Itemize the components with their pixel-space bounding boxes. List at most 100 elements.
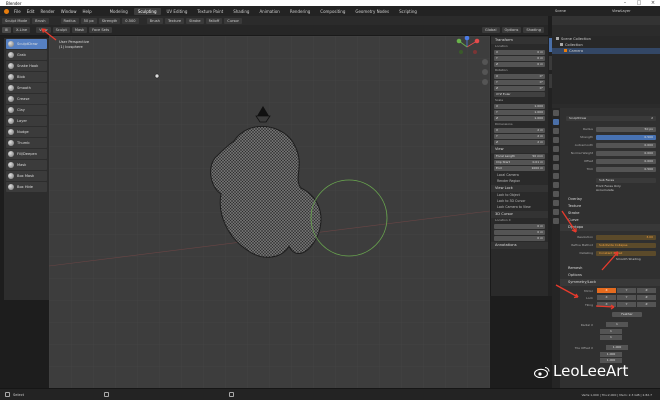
focal-length-field[interactable]: Focal Length 50 mm [494,154,545,159]
tab-rendering[interactable]: Rendering [286,8,314,15]
clip-start-field[interactable]: Clip Start 0.01 m [494,160,545,165]
tool-crease[interactable]: Crease [6,94,47,104]
properties-tab-icon[interactable] [553,137,559,143]
section-texture[interactable]: Texture [560,203,660,210]
scene-selector[interactable]: Scene [555,9,566,13]
tool-blob[interactable]: Blob [6,72,47,82]
tool-layer[interactable]: Layer [6,116,47,126]
mirror-y-toggle[interactable]: Y [617,288,636,293]
brush-option-brush[interactable]: Brush [146,17,163,24]
dimensions-z-field[interactable]: Z 2 m [494,140,545,145]
scale-z-field[interactable]: Z 1.000 [494,116,545,121]
menu-item-window[interactable]: Window [61,9,77,14]
properties-tab-icon[interactable] [553,200,559,206]
cursor-z-field[interactable]: 0 m [494,236,545,241]
section-dyntopo[interactable]: Dyntopo [560,224,660,231]
radial-x-field[interactable]: 1 [606,322,628,327]
properties-tab-icon[interactable] [553,173,559,179]
dimensions-y-field[interactable]: Y 2 m [494,134,545,139]
tool-thumb[interactable]: Thumb [6,138,47,148]
tool-chip[interactable]: X-Line [13,27,31,33]
tool-snake-hook[interactable]: Snake Hook [6,61,47,71]
detail-size-field[interactable]: 3.00 [596,234,656,240]
viewport-nav-icons[interactable] [482,59,488,85]
tool-fill-deepen[interactable]: Fill/Deepen [6,149,47,159]
tool-mask[interactable]: Mask [6,160,47,170]
viewport-menu-mask[interactable]: Mask [71,27,88,33]
viewport-menu-view[interactable]: View [36,27,51,33]
menu-item-edit[interactable]: Edit [27,9,35,14]
menu-item-help[interactable]: Help [82,9,91,14]
location-y-field[interactable]: Y 0 m [494,56,545,61]
outliner-item-camera[interactable]: Camera [552,48,660,54]
tab-geometry-nodes[interactable]: Geometry Nodes [351,8,393,15]
radial-y-field[interactable]: 1 [600,329,622,334]
3d-cursor-section[interactable]: 3D Cursor [491,211,548,218]
editor-type-icon[interactable]: ⊞ [2,27,12,33]
accumulate-checkbox[interactable]: Accumulate [596,188,614,192]
location-x-field[interactable]: X 0 m [494,50,545,55]
radius-field[interactable]: 50 px [80,17,97,24]
lock-z-toggle[interactable]: Z [637,295,656,300]
transform-section[interactable]: Transform [491,37,548,44]
tab-uv-editing[interactable]: UV Editing [163,8,192,15]
tool-box-hide[interactable]: Box Hide [6,182,47,192]
feather-checkbox[interactable]: Feather [612,311,642,317]
tab-animation[interactable]: Animation [255,8,283,15]
rotation-x-field[interactable]: X 0° [494,74,545,79]
brush-option-cursor[interactable]: Cursor [224,17,243,24]
mode-selector[interactable]: Sculpt Mode [2,17,31,24]
view-lock-section[interactable]: View Lock [491,185,548,192]
tab-sculpting[interactable]: Sculpting [133,7,161,15]
plane-trim-field[interactable]: 0.500 [596,166,656,172]
tool-clay[interactable]: Clay [6,105,47,115]
3d-cursor-icon[interactable] [154,73,160,79]
brush-option-texture[interactable]: Texture [164,17,185,24]
orientation-selector[interactable]: Global [482,27,500,33]
detailing-selector[interactable]: Constant Detail [596,250,656,256]
properties-tab-icon[interactable] [553,155,559,161]
tile-offset-x-field[interactable]: 1.000 [606,345,628,350]
lock-camera-checkbox[interactable]: Lock Camera to View [491,204,548,210]
tab-texture-paint[interactable]: Texture Paint [193,8,227,15]
dimensions-x-field[interactable]: X 2 m [494,128,545,133]
properties-tab-icon[interactable] [553,209,559,215]
properties-tab-icon[interactable] [553,110,559,116]
remesh-section[interactable]: Remesh [560,265,660,272]
section-curve[interactable]: Curve [560,217,660,224]
refine-method-selector[interactable]: Subdivide Collapse [596,242,656,248]
viewport-menu-face-sets[interactable]: Face Sets [89,27,113,33]
scale-x-field[interactable]: X 1.000 [494,104,545,109]
tool-smooth[interactable]: Smooth [6,83,47,93]
scale-y-field[interactable]: Y 1.000 [494,110,545,115]
menu-item-render[interactable]: Render [40,9,54,14]
blender-logo-icon[interactable] [4,8,9,14]
tool-box-mask[interactable]: Box Mask [6,171,47,181]
normal-weight-field[interactable]: 0.000 [596,150,656,156]
shading-menu[interactable]: Shading [523,27,544,33]
annotations-section[interactable]: Annotations [491,242,548,249]
3d-viewport[interactable]: User Perspective (1) Icosphere [49,36,490,388]
tiling-y-toggle[interactable]: Y [617,302,636,307]
rotation-z-field[interactable]: Z 0° [494,86,545,91]
properties-tab-icon[interactable] [553,146,559,152]
tiling-z-toggle[interactable]: Z [637,302,656,307]
options-section[interactable]: Options [560,272,660,279]
properties-tab-icon[interactable] [553,164,559,170]
brush-option-stroke[interactable]: Stroke [186,17,204,24]
rotation-y-field[interactable]: Y 0° [494,80,545,85]
tab-shading[interactable]: Shading [229,8,253,15]
view-section[interactable]: View [491,146,548,153]
clip-end-field[interactable]: End 1000 m [494,166,545,171]
properties-tab-icon[interactable] [553,182,559,188]
properties-tab-icon[interactable] [553,218,559,224]
tab-scripting[interactable]: Scripting [395,8,421,15]
properties-tab-icon[interactable] [553,191,559,197]
tab-compositing[interactable]: Compositing [316,8,349,15]
view-layer-selector[interactable]: ViewLayer [612,9,631,13]
properties-tab-icon[interactable] [553,119,559,125]
tile-offset-y-field[interactable]: 1.000 [600,352,622,357]
mirror-z-toggle[interactable]: Z [637,288,656,293]
autosmooth-field[interactable]: 0.000 [596,142,656,148]
section-overlay[interactable]: Overlay [560,196,660,203]
